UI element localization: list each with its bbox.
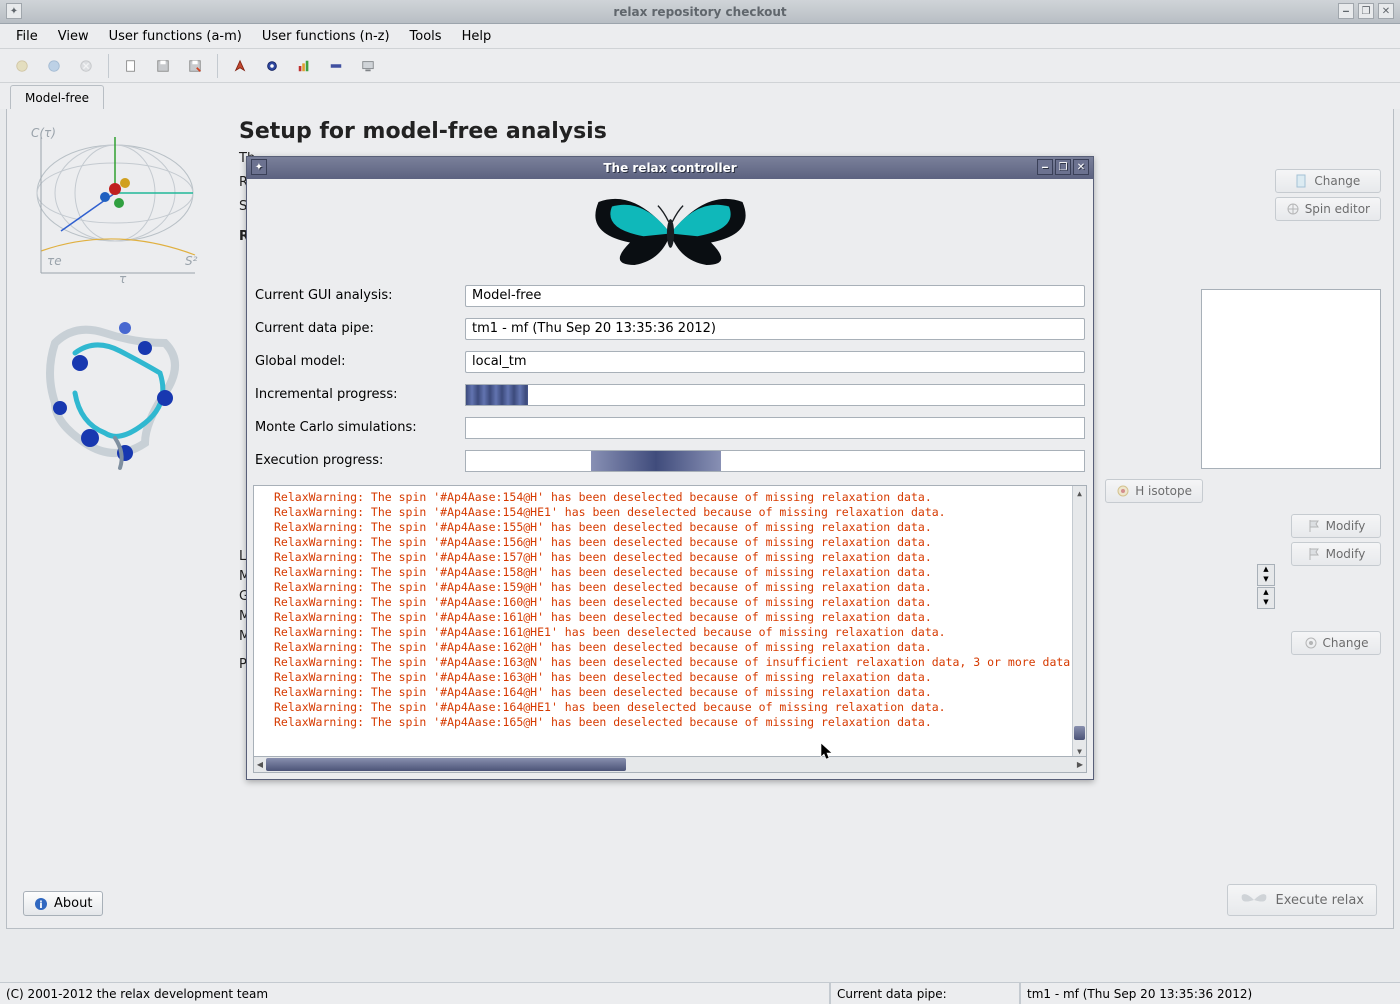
page-title: Setup for model-free analysis (239, 119, 607, 144)
menu-view[interactable]: View (48, 26, 99, 47)
dialog-title: The relax controller (603, 161, 736, 175)
svg-text:i: i (39, 900, 42, 911)
tool-close-icon[interactable] (72, 52, 100, 80)
spinner-2[interactable]: ▲▼ (1257, 587, 1275, 609)
window-title: relax repository checkout (613, 5, 786, 19)
protein-structure-image (25, 303, 205, 483)
progress-montecarlo (465, 417, 1085, 439)
label-inc-progress: Incremental progress: (255, 387, 465, 402)
label-mc: Monte Carlo simulations: (255, 420, 465, 435)
toolbar-separator (217, 54, 218, 78)
tool-new-icon[interactable] (8, 52, 36, 80)
minimize-icon[interactable]: ‒ (1338, 3, 1354, 19)
menubar: File View User functions (a-m) User func… (0, 24, 1400, 49)
tab-modelfree[interactable]: Model-free (10, 85, 104, 109)
blank-panel (1201, 289, 1381, 469)
statusbar: (C) 2001-2012 the relax development team… (0, 982, 1400, 1004)
dialog-maximize-icon[interactable]: ❐ (1055, 159, 1071, 175)
warnings-log[interactable]: RelaxWarning: The spin '#Ap4Aase:154@H' … (253, 485, 1087, 757)
change-button-2[interactable]: Change (1291, 631, 1381, 655)
status-pipe-label: Current data pipe: (830, 983, 1020, 1004)
progress-incremental (465, 384, 1085, 406)
app-icon: ✦ (6, 3, 22, 19)
flag-icon (1307, 519, 1321, 533)
tool-newdoc-icon[interactable] (117, 52, 145, 80)
spin-icon (1286, 202, 1300, 216)
scrollbar-thumb[interactable] (266, 758, 626, 771)
isotope-icon (1116, 484, 1130, 498)
svg-text:τe: τe (47, 254, 62, 268)
svg-text:S²: S² (185, 254, 198, 268)
scroll-left-icon[interactable]: ◀ (254, 757, 266, 772)
tab-strip: Model-free (0, 83, 1400, 109)
label-gui-analysis: Current GUI analysis: (255, 288, 465, 303)
change-button[interactable]: Change (1275, 169, 1381, 193)
tool-saveas-icon[interactable] (181, 52, 209, 80)
execute-button[interactable]: Execute relax (1227, 884, 1377, 916)
dialog-app-icon: ✦ (251, 159, 267, 175)
svg-text:τ: τ (119, 272, 127, 283)
butterfly-icon (1240, 891, 1268, 909)
status-copyright: (C) 2001-2012 the relax development team (0, 983, 830, 1004)
menu-userfunc-nz[interactable]: User functions (n-z) (252, 26, 400, 47)
tool-rocket-icon[interactable] (226, 52, 254, 80)
horizontal-scrollbar[interactable]: ◀ ▶ (253, 757, 1087, 773)
maximize-icon[interactable]: ❐ (1358, 3, 1374, 19)
spin-editor-button[interactable]: Spin editor (1275, 197, 1381, 221)
dialog-logo (253, 179, 1087, 279)
label-global-model: Global model: (255, 354, 465, 369)
label-exec: Execution progress: (255, 453, 465, 468)
menu-userfunc-am[interactable]: User functions (a-m) (99, 26, 252, 47)
tool-minus-icon[interactable] (322, 52, 350, 80)
dialog-titlebar[interactable]: ✦ The relax controller ‒ ❐ ✕ (247, 157, 1093, 179)
about-button[interactable]: i About (23, 891, 103, 916)
modify-button-1[interactable]: Modify (1291, 514, 1381, 538)
butterfly-icon (578, 184, 763, 274)
modify-button-2[interactable]: Modify (1291, 542, 1381, 566)
value-gui-analysis: Model-free (465, 285, 1085, 307)
dialog-close-icon[interactable]: ✕ (1073, 159, 1089, 175)
label-data-pipe: Current data pipe: (255, 321, 465, 336)
tool-bars-icon[interactable] (290, 52, 318, 80)
svg-text:C(τ): C(τ) (31, 126, 56, 140)
settings-icon (1304, 636, 1318, 650)
value-global-model: local_tm (465, 351, 1085, 373)
diffusion-tensor-image: C(τ) τe S² τ (25, 123, 205, 283)
relax-controller-dialog: ✦ The relax controller ‒ ❐ ✕ Current GUI… (246, 156, 1094, 780)
close-icon[interactable]: ✕ (1378, 3, 1394, 19)
toolbar-separator (108, 54, 109, 78)
sidebar-images: C(τ) τe S² τ (15, 123, 215, 483)
menu-file[interactable]: File (6, 26, 48, 47)
toolbar (0, 49, 1400, 83)
dialog-minimize-icon[interactable]: ‒ (1037, 159, 1053, 175)
info-icon: i (34, 897, 48, 911)
flag-icon (1307, 547, 1321, 561)
main-window-titlebar: ✦ relax repository checkout ‒ ❐ ✕ (0, 0, 1400, 24)
menu-tools[interactable]: Tools (400, 26, 452, 47)
h-isotope-button[interactable]: H isotope (1105, 479, 1203, 503)
progress-execution (465, 450, 1085, 472)
tool-system-icon[interactable] (354, 52, 382, 80)
spinner-1[interactable]: ▲▼ (1257, 564, 1275, 586)
scroll-right-icon[interactable]: ▶ (1074, 757, 1086, 772)
tool-target-icon[interactable] (258, 52, 286, 80)
tool-save-icon[interactable] (149, 52, 177, 80)
tool-open-icon[interactable] (40, 52, 68, 80)
menu-help[interactable]: Help (452, 26, 502, 47)
value-data-pipe: tm1 - mf (Thu Sep 20 13:35:36 2012) (465, 318, 1085, 340)
status-pipe-value: tm1 - mf (Thu Sep 20 13:35:36 2012) (1020, 983, 1400, 1004)
document-icon (1295, 174, 1309, 188)
